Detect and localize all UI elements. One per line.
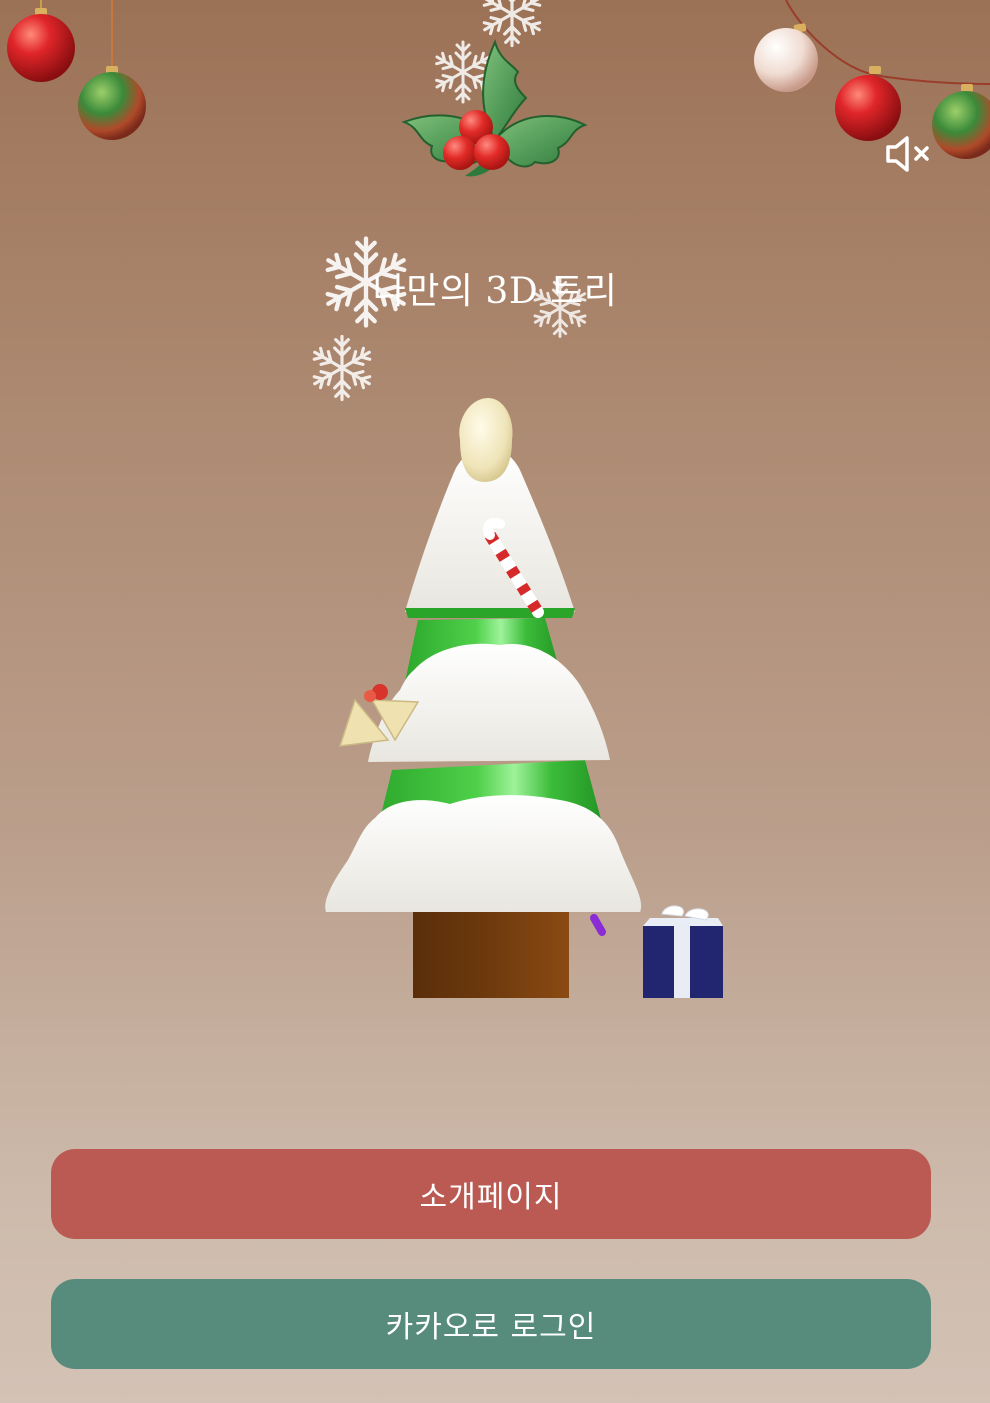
christmas-tree-scene[interactable] <box>0 0 990 1100</box>
speaker-muted-icon <box>886 136 929 172</box>
tree-topper <box>459 398 513 482</box>
gift-box <box>643 905 723 998</box>
tree-trunk <box>413 912 569 998</box>
page-title: 나만의 3D 트리 <box>372 271 618 312</box>
kakao-login-button[interactable]: 카카오로 로그인 <box>51 1279 931 1369</box>
intro-page-button[interactable]: 소개페이지 <box>51 1149 931 1239</box>
mute-toggle-button[interactable] <box>880 132 934 176</box>
